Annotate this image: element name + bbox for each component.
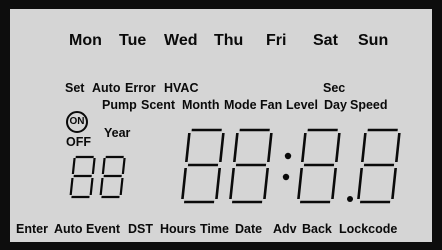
day-mon: Mon [69, 32, 102, 49]
label-date: Date [235, 222, 263, 236]
day-fri: Fri [266, 32, 287, 49]
label-pump: Pump [102, 98, 137, 112]
main-digit-1 [181, 128, 225, 204]
decimal-point [347, 196, 353, 202]
day-thu: Thu [214, 32, 244, 49]
colon-separator [282, 152, 292, 181]
small-digit-2 [99, 155, 126, 199]
label-level: Level [286, 98, 318, 112]
label-set: Set [65, 81, 85, 95]
small-digit-1 [69, 155, 96, 199]
day-sat: Sat [313, 32, 338, 49]
label-time: Time [200, 222, 229, 236]
label-adv: Adv [273, 222, 297, 236]
small-digit-display [69, 155, 126, 199]
label-month: Month [182, 98, 220, 112]
label-year: Year [104, 126, 131, 140]
label-off: OFF [66, 135, 91, 149]
label-auto-bottom: Auto [54, 222, 83, 236]
label-mode: Mode [224, 98, 257, 112]
on-indicator: ON [66, 111, 88, 133]
main-digit-4 [357, 128, 401, 204]
label-hvac: HVAC [164, 81, 199, 95]
on-label: ON [69, 116, 85, 127]
main-digit-2 [229, 128, 273, 204]
label-scent: Scent [141, 98, 176, 112]
label-sec: Sec [323, 81, 346, 95]
label-hours: Hours [160, 222, 197, 236]
lcd-screen: Mon Tue Wed Thu Fri Sat Sun Set Auto Err… [10, 9, 432, 242]
label-dst: DST [128, 222, 153, 236]
day-wed: Wed [164, 32, 198, 49]
label-fan: Fan [260, 98, 283, 112]
label-error: Error [125, 81, 156, 95]
main-digit-3 [297, 128, 341, 204]
label-back: Back [302, 222, 332, 236]
day-sun: Sun [358, 32, 389, 49]
label-event: Event [86, 222, 121, 236]
day-tue: Tue [119, 32, 147, 49]
label-enter: Enter [16, 222, 48, 236]
main-clock-display [181, 128, 401, 204]
label-auto: Auto [92, 81, 121, 95]
label-speed: Speed [350, 98, 388, 112]
label-day: Day [324, 98, 347, 112]
label-lockcode: Lockcode [339, 222, 398, 236]
